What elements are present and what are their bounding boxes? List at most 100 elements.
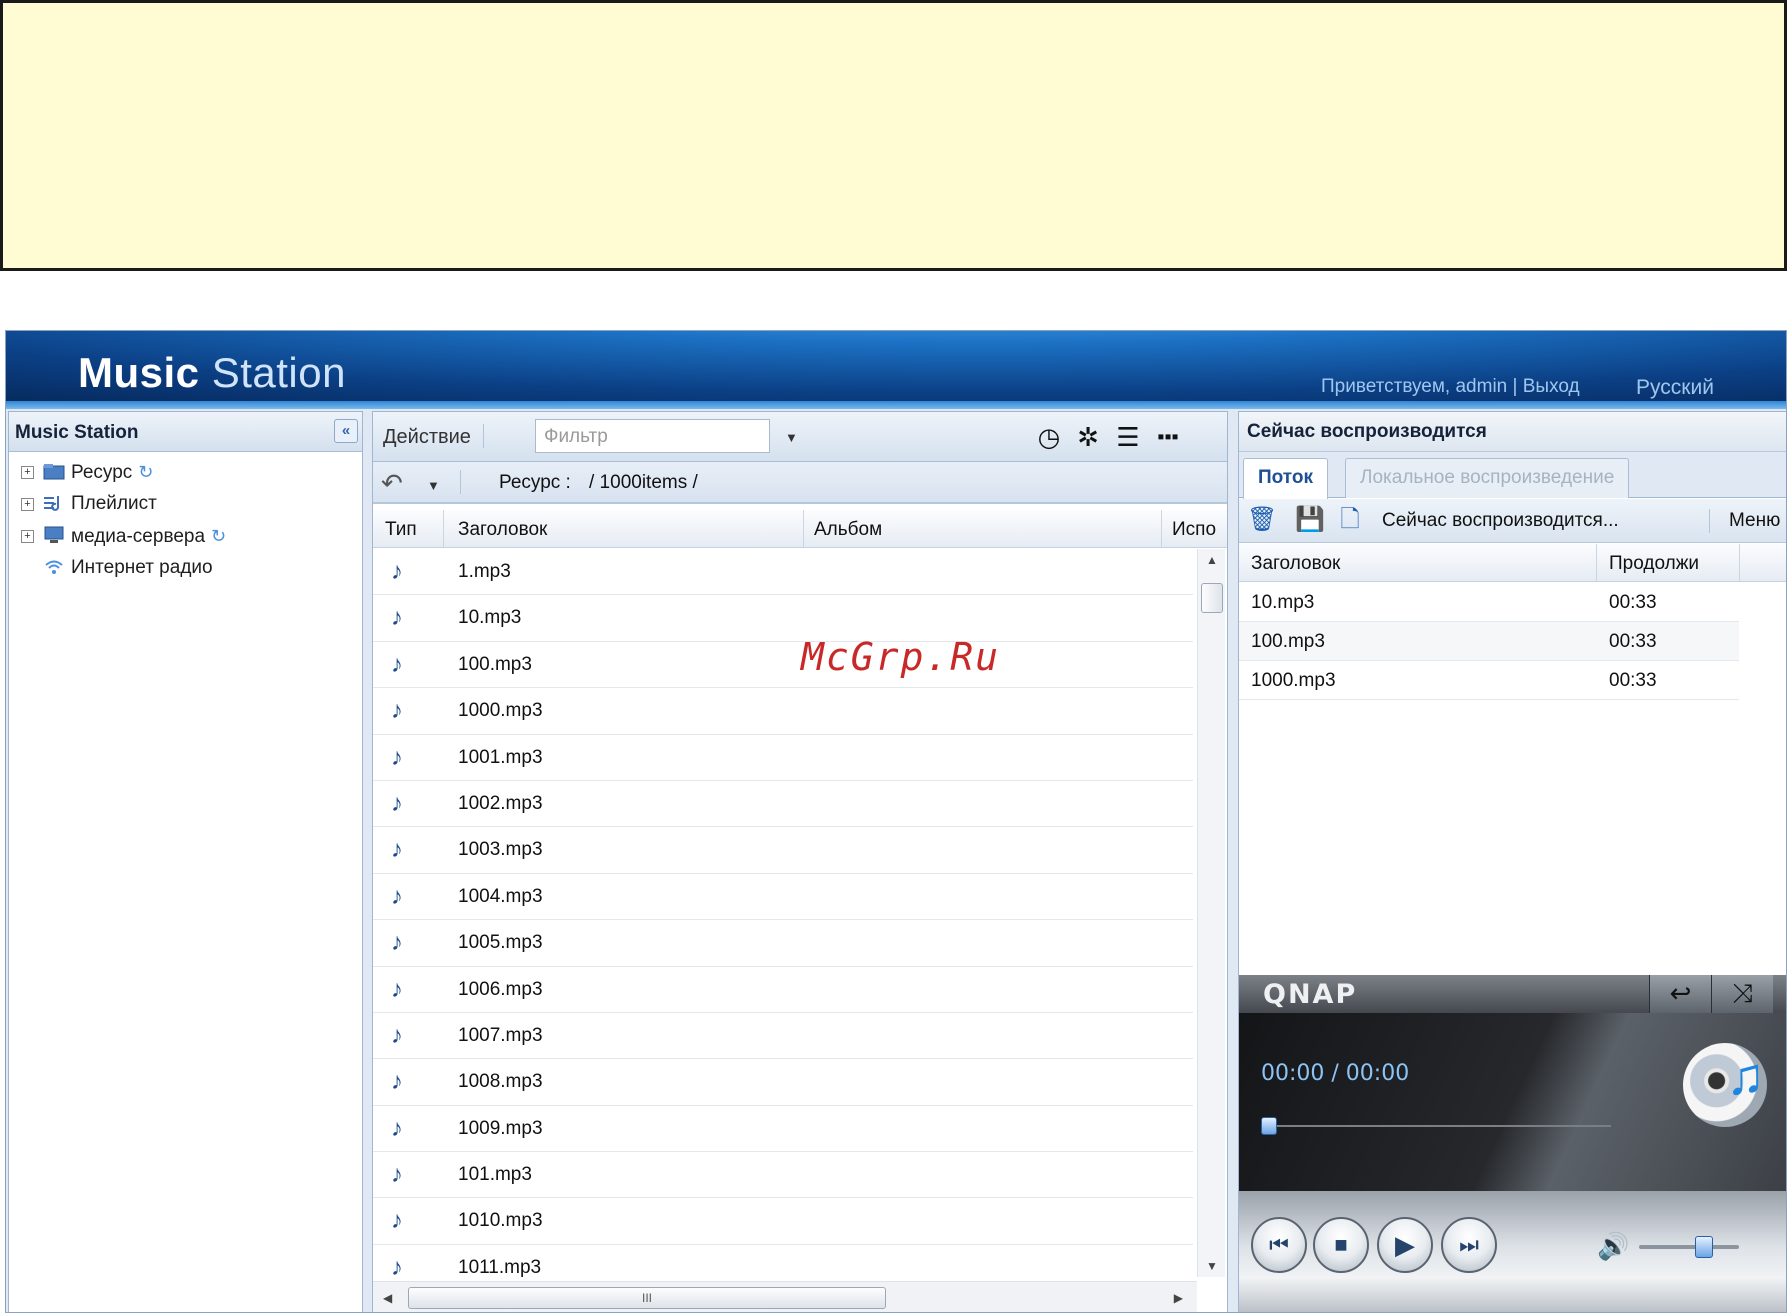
file-row[interactable]: ♪ 1009.mp3	[373, 1106, 1193, 1153]
file-row[interactable]: ♪ 100.mp3	[373, 642, 1193, 689]
new-playlist-icon[interactable]: 🗋	[1335, 505, 1365, 535]
column-title[interactable]: Заголовок	[458, 519, 547, 541]
repeat-icon[interactable]: ↩	[1649, 975, 1711, 1013]
scroll-right-icon[interactable]: ▶	[1174, 1291, 1183, 1305]
file-toolbar: Действие Фильтр ▼ ◷ ✲ ☰ ▪▪▪	[373, 412, 1227, 462]
tree-item-label: Интернет радио	[71, 557, 213, 578]
play-button[interactable]: ▶	[1377, 1217, 1433, 1273]
back-icon[interactable]: ↶	[381, 468, 403, 499]
playback-time: 00:00 / 00:00	[1261, 1061, 1410, 1086]
file-row[interactable]: ♪ 1000.mp3	[373, 688, 1193, 735]
file-row[interactable]: ♪ 1005.mp3	[373, 920, 1193, 967]
tab-local-playback[interactable]: Локальное воспроизведение	[1345, 458, 1630, 498]
action-menu[interactable]: Действие	[383, 426, 471, 449]
queue-row[interactable]: 1000.mp3 00:33	[1239, 661, 1739, 700]
toolbar-divider	[483, 424, 484, 448]
vertical-scrollbar[interactable]: ▲ ▼	[1197, 549, 1225, 1277]
greeting-logout-link[interactable]: Приветствуем, admin | Выход	[1321, 376, 1580, 398]
now-playing-panel: Сейчас воспроизводится Поток Локальное в…	[1238, 411, 1786, 1312]
expand-icon[interactable]: +	[21, 466, 34, 479]
language-selector[interactable]: Русский	[1636, 376, 1714, 400]
file-row[interactable]: ♪ 1008.mp3	[373, 1059, 1193, 1106]
seek-bar[interactable]	[1261, 1117, 1611, 1135]
stop-button[interactable]: ■	[1313, 1217, 1369, 1273]
seek-knob[interactable]	[1261, 1117, 1277, 1135]
column-artist[interactable]: Испо	[1172, 519, 1216, 541]
breadcrumb-bar: ↶ ▼ Ресурс : / 1000items /	[373, 462, 1227, 504]
file-title: 1002.mp3	[458, 792, 543, 814]
settings-icon[interactable]: ✲	[1073, 422, 1103, 452]
filter-input[interactable]: Фильтр	[535, 419, 770, 453]
hscroll-thumb[interactable]: III	[408, 1287, 886, 1309]
file-row[interactable]: ♪ 1.mp3	[373, 549, 1193, 596]
tree-item-internet-radio[interactable]: Интернет радио	[9, 552, 362, 584]
music-file-icon: ♪	[391, 975, 403, 1003]
file-row[interactable]: ♪ 1006.mp3	[373, 967, 1193, 1013]
filter-dropdown-icon[interactable]: ▼	[785, 430, 798, 445]
file-row[interactable]: ♪ 101.mp3	[373, 1152, 1193, 1199]
list-view-icon[interactable]: ☰	[1113, 422, 1143, 452]
tree-item-playlist[interactable]: + Плейлист	[9, 488, 362, 520]
music-file-icon: ♪	[391, 929, 403, 957]
music-file-icon: ♪	[391, 1207, 403, 1235]
file-title: 1006.mp3	[458, 978, 543, 1000]
music-file-icon: ♪	[391, 836, 403, 864]
menu-button[interactable]: Меню	[1729, 510, 1780, 532]
queue-row[interactable]: 10.mp3 00:33	[1239, 583, 1739, 622]
file-row[interactable]: ♪ 1002.mp3	[373, 781, 1193, 828]
file-row[interactable]: ♪ 1001.mp3	[373, 735, 1193, 781]
volume-icon[interactable]: 🔊	[1597, 1231, 1629, 1262]
music-file-icon: ♪	[391, 1114, 403, 1142]
app-logo: Music Station	[78, 349, 346, 396]
file-row[interactable]: ♪ 1010.mp3	[373, 1198, 1193, 1245]
queue-row[interactable]: 100.mp3 00:33	[1239, 622, 1739, 661]
expand-icon[interactable]: +	[21, 498, 34, 511]
scroll-left-icon[interactable]: ◀	[383, 1291, 392, 1305]
column-album[interactable]: Альбом	[814, 519, 882, 541]
playlist-icon	[44, 496, 60, 511]
music-file-icon: ♪	[391, 604, 403, 632]
tree-item-media-servers[interactable]: + медиа-сервера ↻	[9, 520, 362, 552]
volume-knob[interactable]	[1695, 1236, 1713, 1258]
left-panel-header: Music Station «	[9, 412, 362, 452]
breadcrumb-path[interactable]: / 1000items /	[589, 472, 698, 494]
file-row[interactable]: ♪ 1007.mp3	[373, 1013, 1193, 1060]
queue-row-title: 10.mp3	[1251, 592, 1315, 613]
file-title: 10.mp3	[458, 607, 522, 629]
tree-item-resource[interactable]: + Ресурс ↻	[9, 456, 362, 488]
scroll-down-icon[interactable]: ▼	[1206, 1259, 1218, 1273]
file-row[interactable]: ♪ 1003.mp3	[373, 827, 1193, 874]
file-rows: ♪ 1.mp3 ♪ 10.mp3 ♪ 100.mp3 ♪ 1000.mp3 ♪ 1001.mp3 ♪…	[373, 549, 1193, 1277]
file-row[interactable]: ♪ 10.mp3	[373, 595, 1193, 642]
file-row[interactable]: ♪ 1004.mp3	[373, 874, 1193, 921]
next-track-button[interactable]: ⏭	[1441, 1217, 1497, 1273]
left-panel-title: Music Station	[15, 422, 139, 443]
save-icon[interactable]: 💾	[1295, 505, 1325, 535]
scroll-up-icon[interactable]: ▲	[1206, 553, 1218, 567]
previous-track-button[interactable]: ⏮	[1251, 1217, 1307, 1273]
qnap-logo: QNAP	[1263, 979, 1358, 1010]
note-box	[0, 0, 1787, 271]
music-file-icon: ♪	[391, 743, 403, 771]
horizontal-scrollbar[interactable]: ◀ III ▶	[373, 1281, 1197, 1312]
tree-item-label: Ресурс	[71, 462, 133, 483]
column-type[interactable]: Тип	[385, 519, 417, 541]
refresh-icon[interactable]: ↻	[138, 462, 153, 482]
history-icon[interactable]: ◷	[1034, 422, 1064, 452]
column-title[interactable]: Заголовок	[1251, 553, 1340, 575]
expand-icon[interactable]: +	[21, 530, 34, 543]
file-row[interactable]: ♪ 1011.mp3	[373, 1245, 1193, 1277]
now-playing-label: Сейчас воспроизводится...	[1382, 510, 1619, 531]
collapse-panel-button[interactable]: «	[334, 419, 358, 443]
tab-stream[interactable]: Поток	[1243, 458, 1328, 499]
grid-view-icon[interactable]: ▪▪▪	[1153, 422, 1183, 452]
volume-slider[interactable]	[1639, 1236, 1739, 1258]
back-dropdown-icon[interactable]: ▼	[427, 478, 440, 493]
scroll-thumb[interactable]	[1201, 583, 1223, 613]
column-duration[interactable]: Продолжи	[1609, 553, 1699, 575]
refresh-icon[interactable]: ↻	[211, 526, 226, 546]
queue-row-title: 100.mp3	[1251, 631, 1325, 652]
trash-icon[interactable]: 🗑	[1247, 505, 1277, 535]
file-title: 1001.mp3	[458, 746, 543, 768]
shuffle-icon[interactable]: ⤨	[1711, 975, 1773, 1013]
